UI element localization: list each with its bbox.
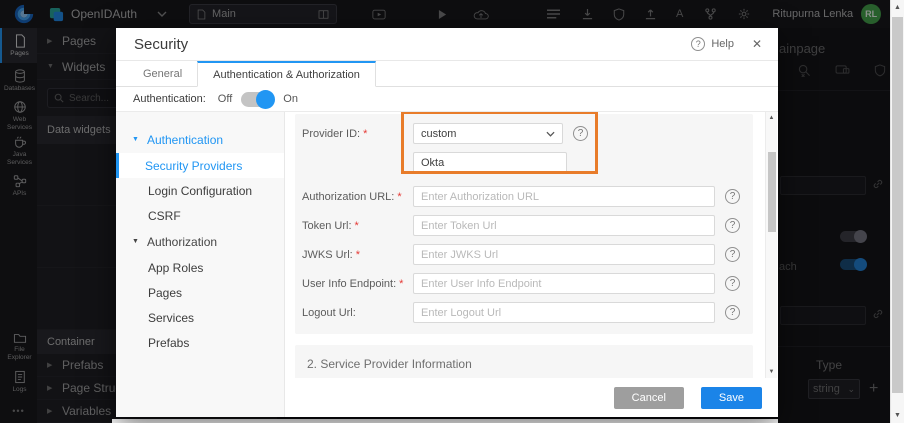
page-bottom-strip [112,419,778,423]
dialog-left-nav: ▼ Authentication Security Providers Logi… [116,112,285,417]
tab-general[interactable]: General [128,61,197,86]
help-question-icon[interactable]: ? [691,37,705,51]
help-question-icon[interactable]: ? [725,189,740,204]
required-asterisk: * [397,191,401,203]
logout-url-input[interactable] [413,302,715,323]
window-scrollbar[interactable]: ▲ ▼ [890,0,904,423]
cancel-button[interactable]: Cancel [614,387,684,409]
section-title: 2. Service Provider Information [307,357,753,371]
nav-item-app-roles[interactable]: App Roles [116,255,284,280]
field-label: User Info Endpoint:* [302,278,413,290]
scrollbar-thumb[interactable] [892,17,903,393]
logout-url-row: Logout Url: ? [302,302,753,323]
nav-item-login-configuration[interactable]: Login Configuration [116,178,284,203]
help-question-icon[interactable]: ? [725,218,740,233]
field-label: JWKS Url:* [302,249,413,261]
help-question-icon[interactable]: ? [725,247,740,262]
authentication-label: Authentication: [133,93,206,105]
help-question-icon[interactable]: ? [573,126,588,141]
token-url-row: Token Url:* ? [302,215,753,236]
chevron-down-icon [546,131,555,137]
authentication-toggle-row: Authentication: Off On [116,87,778,111]
app-window: OpenIDAuth Main [0,0,904,423]
dialog-title: Security [134,36,188,53]
authorization-url-row: Authorization URL:* ? [302,186,753,207]
scroll-up-icon[interactable]: ▲ [766,115,777,121]
field-label: Provider ID:* [302,128,413,140]
provider-form-area: Provider ID:* custom ? Authorization URL… [285,112,778,417]
form-scrollbar[interactable]: ▲ ▼ [765,112,777,378]
provider-id-select[interactable]: custom [413,123,563,144]
scrollbar-thumb[interactable] [768,152,776,232]
nav-item-services[interactable]: Services [116,305,284,330]
required-asterisk: * [399,278,403,290]
required-asterisk: * [355,220,359,232]
nav-item-csrf[interactable]: CSRF [116,203,284,228]
provider-name-input[interactable] [413,152,567,173]
nav-group-authorization[interactable]: ▼ Authorization [116,228,284,255]
tab-authentication-authorization[interactable]: Authentication & Authorization [197,61,376,87]
field-label: Authorization URL:* [302,191,413,203]
dialog-tabs: General Authentication & Authorization [116,61,778,87]
user-info-endpoint-input[interactable] [413,273,715,294]
authorization-url-input[interactable] [413,186,715,207]
token-url-input[interactable] [413,215,715,236]
dialog-footer: Cancel Save [286,378,778,417]
nav-item-prefabs[interactable]: Prefabs [116,330,284,355]
caret-down-icon: ▼ [132,136,140,143]
field-label: Token Url:* [302,220,413,232]
required-asterisk: * [356,249,360,261]
dialog-header: Security ? Help ✕ [116,28,778,61]
scroll-down-icon[interactable]: ▼ [766,369,777,375]
security-dialog: Security ? Help ✕ General Authentication… [116,28,778,417]
help-link[interactable]: Help [711,38,734,50]
save-button[interactable]: Save [701,387,762,409]
jwks-url-input[interactable] [413,244,715,265]
jwks-url-row: JWKS Url:* ? [302,244,753,265]
nav-item-pages[interactable]: Pages [116,280,284,305]
required-asterisk: * [363,128,367,140]
authentication-toggle[interactable] [241,92,274,107]
help-question-icon[interactable]: ? [725,305,740,320]
provider-info-section: Provider ID:* custom ? Authorization URL… [295,114,753,334]
toggle-off-label: Off [218,93,232,105]
scroll-down-icon[interactable]: ▼ [891,412,904,419]
close-icon[interactable]: ✕ [752,37,762,51]
user-info-endpoint-row: User Info Endpoint:* ? [302,273,753,294]
field-label: Logout Url: [302,307,413,319]
scroll-up-icon[interactable]: ▲ [891,4,904,11]
provider-name-row [302,152,753,173]
provider-id-row: Provider ID:* custom ? [302,123,753,144]
nav-item-security-providers[interactable]: Security Providers [116,153,284,178]
toggle-on-label: On [283,93,298,105]
nav-group-authentication[interactable]: ▼ Authentication [116,126,284,153]
caret-down-icon: ▼ [132,238,140,245]
help-question-icon[interactable]: ? [725,276,740,291]
